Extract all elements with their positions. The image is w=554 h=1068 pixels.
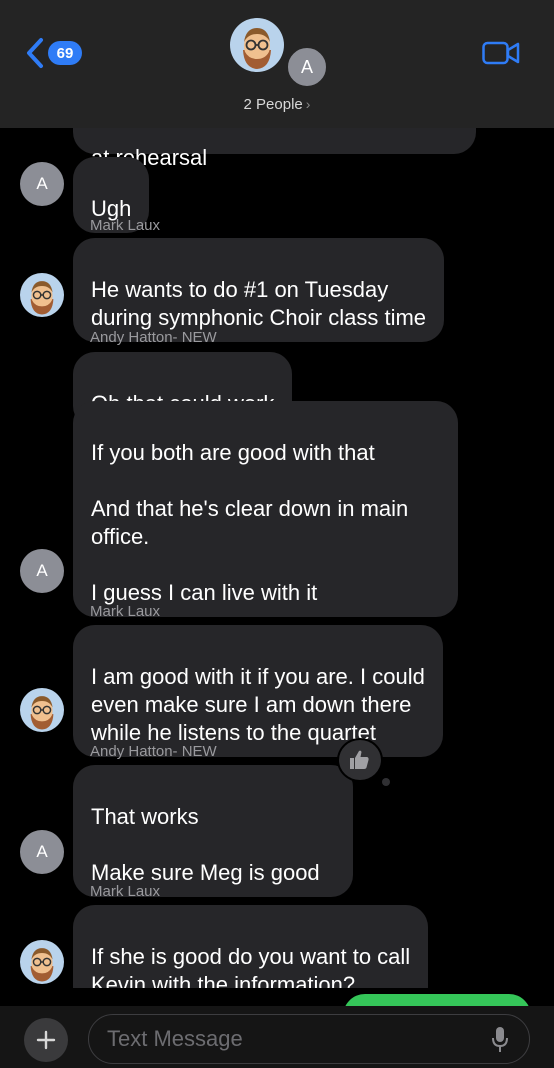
sender-name: Mark Laux (90, 217, 161, 234)
memoji-avatar-icon[interactable] (20, 273, 64, 317)
sender-avatar-a[interactable]: A (20, 830, 64, 874)
unread-count-badge: 69 (48, 41, 82, 65)
message-text: That works Make sure Meg is good (91, 804, 320, 885)
microphone-icon[interactable] (490, 1026, 510, 1054)
conversation-header: 69 A 2 People › (0, 0, 554, 128)
message-text: I am good with it if you are. I could ev… (91, 664, 425, 745)
contact-avatar-a: A (286, 46, 328, 88)
back-chevron-icon (27, 38, 43, 68)
message-text: If you both are good with that And that … (91, 440, 409, 605)
sender-name: Mark Laux (90, 603, 161, 620)
people-count-label: 2 People (243, 96, 303, 113)
memoji-avatar-icon[interactable] (20, 688, 64, 732)
group-details-link[interactable]: 2 People › (0, 96, 554, 113)
sender-avatar-a[interactable]: A (20, 549, 64, 593)
plus-icon (36, 1030, 56, 1050)
tapback-reaction[interactable] (337, 738, 383, 782)
group-avatars[interactable]: A (228, 18, 330, 90)
message-bubble[interactable]: That works Make sure Meg is good (73, 765, 353, 897)
message-input[interactable] (88, 1014, 530, 1064)
message-text: He wants to do #1 on Tuesday during symp… (91, 277, 427, 330)
video-call-icon[interactable] (482, 40, 520, 66)
apps-plus-button[interactable] (24, 1018, 68, 1062)
chevron-right-icon: › (305, 96, 311, 112)
message-thread[interactable]: at rehearsal Ugh A Mark Laux He wants to… (0, 128, 554, 988)
message-text: If she is good do you want to call Kevin… (91, 944, 411, 988)
thumbs-up-icon (350, 750, 369, 769)
message-bubble[interactable]: I am good with it if you are. I could ev… (73, 625, 443, 757)
sender-name: Andy Hatton- NEW (90, 329, 217, 346)
tapback-tail (382, 778, 390, 786)
composer-bar (0, 1006, 554, 1068)
message-bubble[interactable]: He wants to do #1 on Tuesday during symp… (73, 238, 445, 342)
sender-name: Andy Hatton- NEW (90, 743, 217, 760)
sender-name: Mark Laux (90, 883, 161, 900)
memoji-avatar-icon[interactable] (20, 940, 64, 984)
memoji-avatar-icon (230, 18, 284, 72)
message-bubble[interactable]: If you both are good with that And that … (73, 401, 458, 617)
message-bubble[interactable]: If she is good do you want to call Kevin… (73, 905, 429, 988)
back-button[interactable]: 69 (24, 37, 82, 69)
sender-avatar-a[interactable]: A (20, 162, 64, 206)
message-bubble-partial: at rehearsal (73, 128, 476, 170)
